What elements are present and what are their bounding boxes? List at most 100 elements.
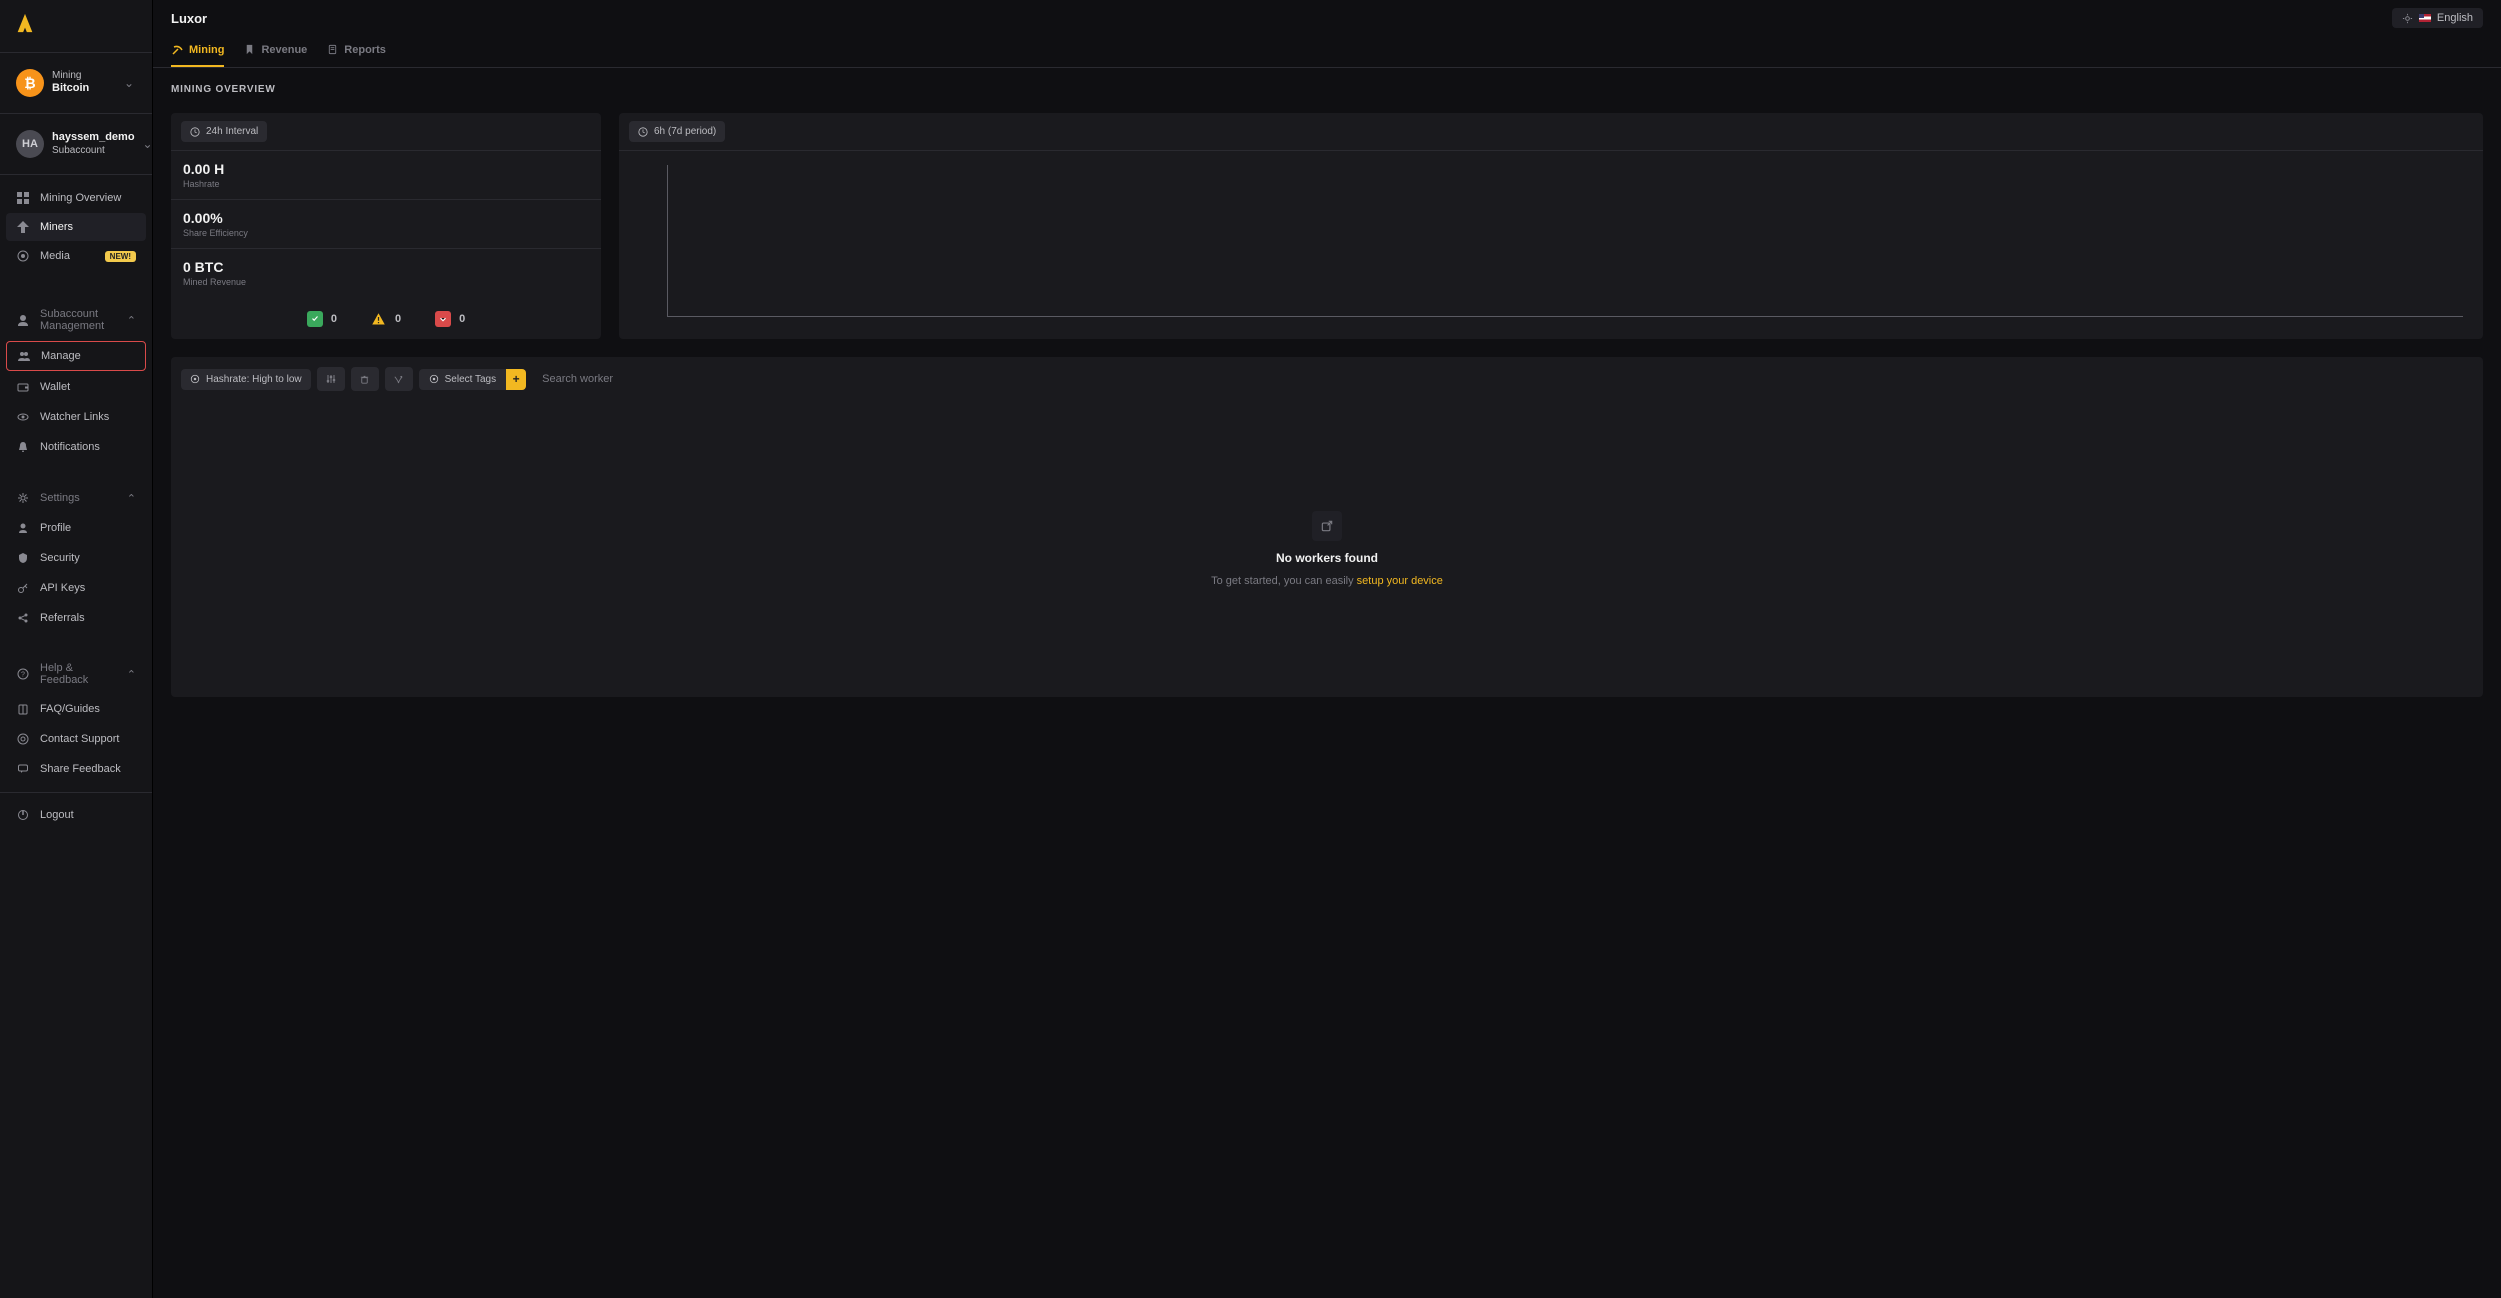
tab-reports[interactable]: Reports (327, 36, 386, 67)
nav-manage[interactable]: Manage (6, 341, 146, 371)
new-badge: New! (105, 251, 136, 262)
nav-miners[interactable]: Miners (6, 213, 146, 241)
status-err[interactable]: 0 (435, 311, 465, 327)
chat-icon (16, 762, 30, 776)
miner-icon (16, 220, 30, 234)
power-icon (16, 808, 30, 822)
tab-revenue[interactable]: Revenue (244, 36, 307, 67)
dashboard-icon (16, 191, 30, 205)
sort-chip[interactable]: Hashrate: High to low (181, 369, 311, 390)
setup-device-link[interactable]: setup your device (1357, 575, 1443, 587)
chevron-up-icon: ⌃ (127, 492, 136, 505)
nav-media[interactable]: Media New! (6, 242, 146, 270)
sliders-button[interactable] (317, 367, 345, 391)
delete-button[interactable] (351, 367, 379, 391)
overview-heading: Mining Overview (171, 84, 2483, 95)
brand-logo[interactable] (0, 12, 152, 52)
users-icon (17, 349, 31, 363)
user-icon (16, 313, 30, 327)
sidebar: ₿ Mining Bitcoin ⌄ HA hayssem_demo Subac… (0, 0, 153, 1298)
share-icon (16, 611, 30, 625)
tabs: Mining Revenue Reports (153, 36, 2501, 68)
broadcast-icon (16, 249, 30, 263)
stats-card: 24h Interval 0.00 H Hashrate 0.00% Share… (171, 113, 601, 339)
workers-panel: Hashrate: High to low (171, 357, 2483, 697)
bitcoin-icon: ₿ (16, 69, 44, 97)
nav-share-feedback[interactable]: Share Feedback (6, 755, 146, 783)
tab-mining[interactable]: Mining (171, 36, 224, 67)
bell-icon (16, 440, 30, 454)
filter-button[interactable] (385, 367, 413, 391)
language-picker[interactable]: English (2392, 8, 2483, 28)
status-warn[interactable]: 0 (371, 311, 401, 327)
empty-state: No workers found To get started, you can… (171, 401, 2483, 697)
target-icon (190, 374, 200, 384)
period-chip[interactable]: 6h (7d period) (629, 121, 725, 142)
stat-revenue: 0 BTC Mined Revenue (171, 249, 601, 297)
nav-contact-support[interactable]: Contact Support (6, 725, 146, 753)
key-icon (16, 581, 30, 595)
subaccount-picker[interactable]: HA hayssem_demo Subaccount ⌄ (6, 122, 146, 166)
language-label: English (2437, 12, 2473, 24)
profile-icon (16, 521, 30, 535)
book-icon (16, 702, 30, 716)
chart-card: 6h (7d period) (619, 113, 2483, 339)
nav-logout[interactable]: Logout (6, 801, 146, 829)
avatar: HA (16, 130, 44, 158)
subaccount-role: Subaccount (52, 145, 135, 157)
add-tag-button[interactable]: + (506, 369, 526, 390)
gear-icon (2402, 13, 2413, 24)
eye-icon (16, 410, 30, 424)
chevron-up-icon: ⌃ (127, 314, 136, 327)
empty-title: No workers found (1276, 551, 1378, 565)
hashrate-chart (619, 151, 2483, 339)
page-title: Luxor (171, 11, 207, 26)
coin-picker[interactable]: ₿ Mining Bitcoin ⌄ (6, 61, 146, 105)
chevron-down-icon: ⌄ (143, 137, 153, 151)
nav-wallet[interactable]: Wallet (6, 373, 146, 401)
clock-icon (638, 127, 648, 137)
nav-faq[interactable]: FAQ/Guides (6, 695, 146, 723)
status-ok[interactable]: 0 (307, 311, 337, 327)
bookmark-icon (244, 44, 255, 55)
subaccount-name: hayssem_demo (52, 131, 135, 144)
pickaxe-icon (171, 44, 183, 56)
nav-referrals[interactable]: Referrals (6, 604, 146, 632)
section-settings[interactable]: Settings ⌃ (6, 484, 146, 512)
stat-efficiency: 0.00% Share Efficiency (171, 200, 601, 249)
select-tags-chip[interactable]: Select Tags + (419, 369, 527, 390)
nav-profile[interactable]: Profile (6, 514, 146, 542)
external-link-icon (1312, 511, 1342, 541)
worker-status-summary: 0 0 0 (171, 297, 601, 339)
shield-check-icon (307, 311, 323, 327)
error-icon (435, 311, 451, 327)
tag-icon (429, 374, 439, 384)
worker-search[interactable] (532, 367, 2473, 391)
question-icon: ? (16, 667, 30, 681)
gear-icon (16, 491, 30, 505)
nav-watcher-links[interactable]: Watcher Links (6, 403, 146, 431)
wallet-icon (16, 380, 30, 394)
svg-text:?: ? (21, 672, 25, 679)
stat-hashrate: 0.00 H Hashrate (171, 151, 601, 200)
main: Luxor English Mining (153, 0, 2501, 1298)
empty-description: To get started, you can easily setup you… (1211, 575, 1443, 587)
chevron-up-icon: ⌃ (127, 668, 136, 681)
section-help[interactable]: ? Help & Feedback ⌃ (6, 655, 146, 693)
interval-chip[interactable]: 24h Interval (181, 121, 267, 142)
coin-picker-super: Mining (52, 70, 114, 82)
workers-toolbar: Hashrate: High to low (171, 357, 2483, 401)
clock-icon (190, 127, 200, 137)
flag-us-icon (2419, 14, 2431, 22)
shield-icon (16, 551, 30, 565)
nav-notifications[interactable]: Notifications (6, 433, 146, 461)
nav-api-keys[interactable]: API Keys (6, 574, 146, 602)
section-subaccount-mgmt[interactable]: Subaccount Management ⌃ (6, 301, 146, 339)
lifebuoy-icon (16, 732, 30, 746)
nav-mining-overview[interactable]: Mining Overview (6, 184, 146, 212)
document-icon (327, 44, 338, 55)
warning-icon (371, 311, 387, 327)
nav-security[interactable]: Security (6, 544, 146, 572)
search-input[interactable] (532, 367, 2473, 391)
chevron-down-icon: ⌄ (122, 76, 136, 90)
